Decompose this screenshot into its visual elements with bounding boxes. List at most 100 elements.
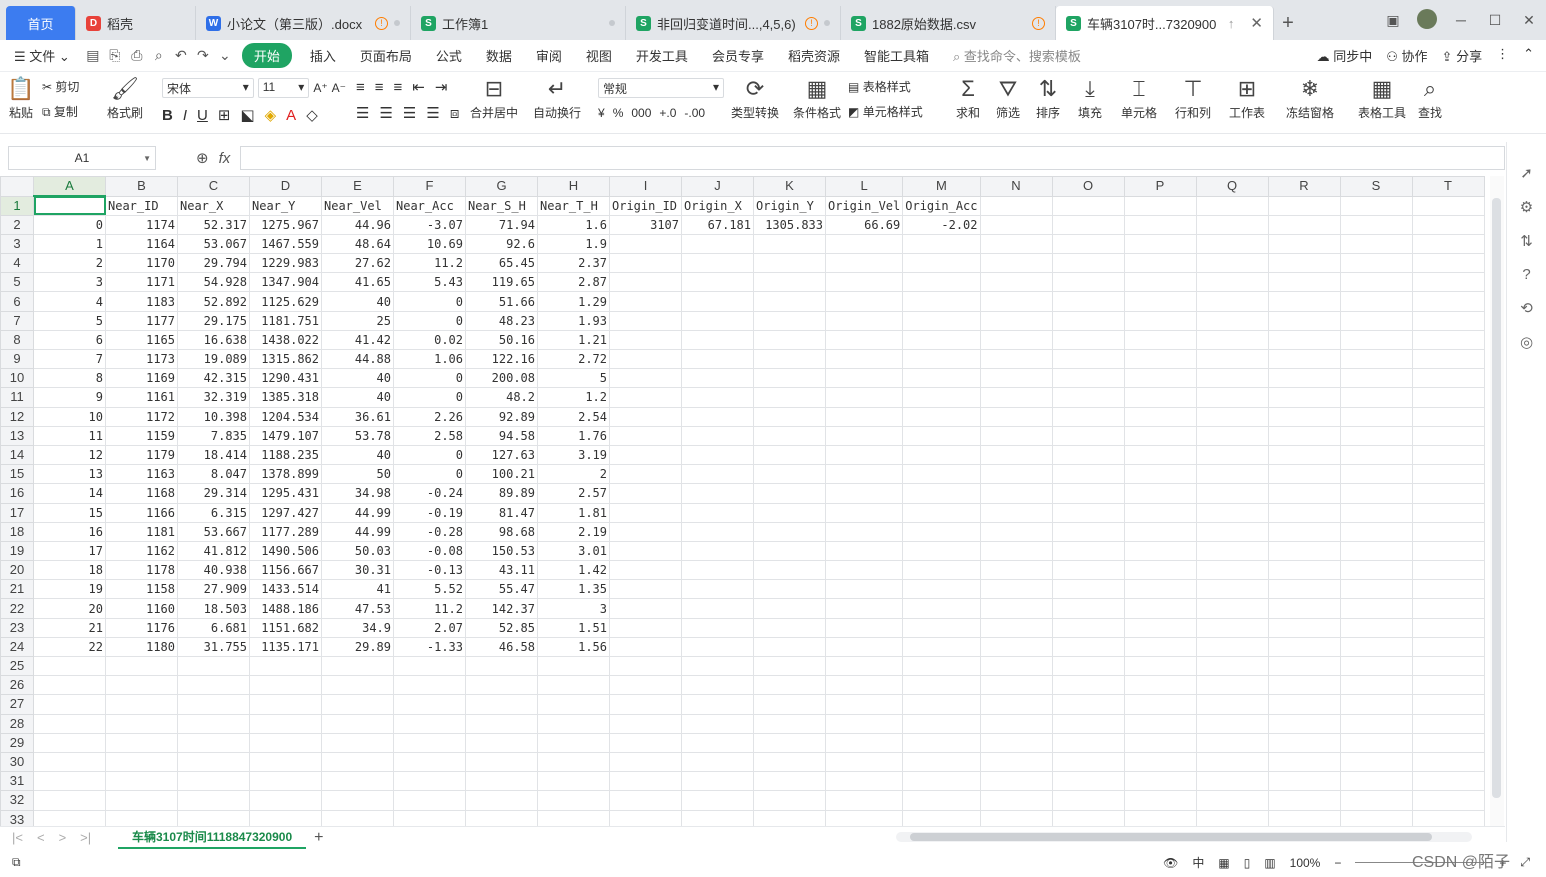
cell[interactable] — [321, 751, 394, 773]
cell[interactable]: 2.37 — [537, 253, 610, 274]
cell[interactable] — [681, 310, 754, 331]
cell[interactable] — [979, 809, 1053, 826]
cell[interactable] — [105, 809, 178, 826]
cell[interactable]: 27.909 — [177, 579, 250, 600]
cell[interactable] — [1051, 253, 1125, 274]
cell[interactable] — [902, 368, 981, 389]
cell[interactable]: Near_Acc — [393, 195, 466, 216]
cell[interactable] — [753, 540, 826, 562]
menu-start[interactable]: 开始 — [241, 43, 292, 68]
decrease-decimal-icon[interactable]: -.00 — [684, 106, 705, 120]
column-header[interactable]: C — [177, 176, 250, 197]
cell[interactable] — [1123, 329, 1197, 351]
cell[interactable] — [753, 598, 826, 619]
cell[interactable] — [902, 272, 981, 293]
cell[interactable]: 47.53 — [321, 598, 394, 619]
cell[interactable] — [1267, 272, 1341, 293]
tab-lane-change[interactable]: S 非回归变道时间...,4,5,6) ! — [626, 6, 841, 40]
menu-docer-resources[interactable]: 稻壳资源 — [776, 46, 852, 65]
cell[interactable] — [681, 253, 754, 274]
location-icon[interactable]: ◎ — [1520, 333, 1533, 351]
cell[interactable] — [609, 655, 682, 677]
cell[interactable] — [1339, 790, 1413, 811]
cell[interactable] — [1051, 809, 1125, 826]
cell[interactable] — [1267, 387, 1341, 408]
cell[interactable] — [393, 694, 466, 715]
cell[interactable] — [1123, 751, 1197, 773]
cell[interactable] — [33, 675, 106, 696]
cell[interactable] — [902, 636, 981, 658]
cell[interactable] — [902, 425, 981, 446]
conditional-format-button[interactable]: ▦ 条件格式 — [786, 72, 848, 121]
cell[interactable]: 46.58 — [465, 636, 538, 658]
cell[interactable]: 142.37 — [465, 598, 538, 619]
cell[interactable] — [1339, 771, 1413, 792]
cell[interactable]: 1164 — [105, 233, 178, 255]
cell[interactable]: 1229.983 — [249, 253, 322, 274]
cell[interactable] — [1267, 790, 1341, 811]
cell[interactable] — [609, 253, 682, 274]
cell[interactable]: 2.87 — [537, 272, 610, 293]
export-icon[interactable]: ⎘ — [104, 47, 126, 64]
cell[interactable] — [321, 790, 394, 811]
cell[interactable] — [33, 655, 106, 677]
cell[interactable]: 31.755 — [177, 636, 250, 658]
row-header[interactable]: 21 — [0, 579, 34, 600]
increase-decimal-icon[interactable]: +.0 — [659, 106, 676, 120]
cell[interactable] — [1339, 636, 1413, 658]
cell[interactable] — [1051, 732, 1125, 753]
cell[interactable] — [681, 655, 754, 677]
cell[interactable] — [1411, 694, 1485, 715]
cell[interactable] — [1411, 406, 1485, 427]
cell[interactable] — [753, 732, 826, 753]
cell[interactable]: 0 — [393, 368, 466, 389]
cell[interactable] — [681, 329, 754, 351]
cell[interactable]: -0.08 — [393, 540, 466, 562]
cell[interactable] — [1123, 483, 1197, 504]
cell[interactable]: 1275.967 — [249, 214, 322, 235]
indent-decrease-icon[interactable]: ⇤ — [412, 78, 425, 96]
cell[interactable] — [1411, 521, 1485, 542]
cell[interactable]: 10 — [33, 406, 106, 427]
cell[interactable] — [321, 694, 394, 715]
save-icon[interactable]: ▤ — [82, 47, 104, 64]
select-all-corner[interactable] — [0, 176, 34, 197]
cell[interactable]: 1135.171 — [249, 636, 322, 658]
cell[interactable] — [824, 272, 904, 293]
cell[interactable] — [681, 771, 754, 792]
cell[interactable]: 16.638 — [177, 329, 250, 351]
cell[interactable] — [681, 387, 754, 408]
cell[interactable] — [33, 195, 106, 216]
tab-docer[interactable]: D 稻壳 — [76, 6, 196, 40]
cell[interactable]: 1183 — [105, 291, 178, 312]
cell[interactable] — [465, 771, 538, 792]
cell[interactable] — [105, 751, 178, 773]
cell[interactable] — [1123, 348, 1197, 370]
cell[interactable] — [1267, 713, 1341, 734]
cell[interactable]: 1290.431 — [249, 368, 322, 389]
cell[interactable] — [824, 425, 904, 446]
cell[interactable]: 41.65 — [321, 272, 394, 293]
cell[interactable]: 1174 — [105, 214, 178, 235]
cell[interactable] — [902, 617, 981, 638]
cell[interactable] — [1267, 502, 1341, 523]
cell[interactable]: 66.69 — [824, 214, 904, 235]
cell[interactable] — [753, 502, 826, 523]
cell[interactable]: 1163 — [105, 464, 178, 485]
row-header[interactable]: 27 — [0, 694, 34, 715]
page-break-view-icon[interactable]: ▥ — [1264, 856, 1275, 870]
cell[interactable] — [1267, 329, 1341, 351]
cell[interactable] — [753, 329, 826, 351]
merge-center-button[interactable]: ⊟ 合并居中 — [462, 72, 526, 121]
cell[interactable] — [979, 617, 1053, 638]
cell[interactable]: 7 — [33, 348, 106, 370]
cell[interactable]: 50 — [321, 464, 394, 485]
cell[interactable] — [537, 694, 610, 715]
cell[interactable] — [393, 771, 466, 792]
cell[interactable]: 1166 — [105, 502, 178, 523]
cell[interactable] — [681, 233, 754, 255]
row-header[interactable]: 16 — [0, 483, 34, 504]
cell[interactable]: 32.319 — [177, 387, 250, 408]
cell[interactable] — [609, 483, 682, 504]
table-tools-button[interactable]: ▦ 表格工具 — [1346, 72, 1418, 121]
